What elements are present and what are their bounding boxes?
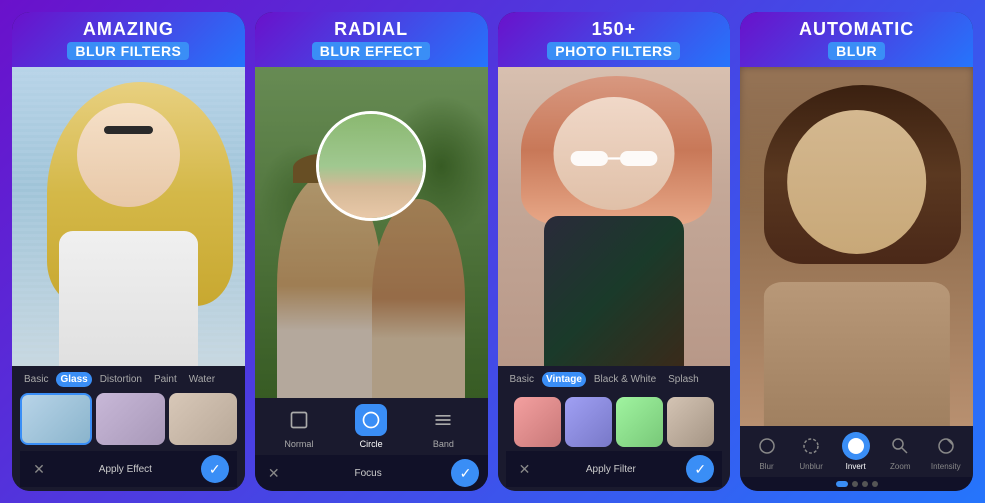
unblur-tool-label: Unblur [799, 462, 823, 471]
shape-normal-label: Normal [284, 439, 313, 449]
panel-photo-filters: 150+ PHOTO FILTERS Basic Vintage Black &… [498, 12, 731, 491]
tool-unblur[interactable]: Unblur [797, 432, 825, 471]
dot-3 [862, 481, 868, 487]
body-floral [544, 216, 684, 366]
tool-row-4: Blur Unblur Invert [740, 426, 973, 477]
sunglasses-svg [553, 148, 674, 169]
close-icon-1[interactable]: ✕ [28, 458, 50, 480]
intensity-tool-icon [932, 432, 960, 460]
panel-blur-filters: AMAZING BLUR FILTERS Basic Glass Distort… [12, 12, 245, 491]
shape-normal[interactable]: Normal [283, 404, 315, 449]
bottom-bar-1: ✕ Apply Effect ✓ [20, 451, 237, 487]
panel-2-title-sub: BLUR EFFECT [312, 42, 431, 60]
panel-1-controls: Basic Glass Distortion Paint Water ✕ App… [12, 366, 245, 491]
panel-2-header: RADIAL BLUR EFFECT [255, 12, 488, 67]
thumb-1[interactable] [20, 393, 92, 445]
panel-1-title-main: AMAZING [18, 20, 239, 40]
panel-1-header: AMAZING BLUR FILTERS [12, 12, 245, 67]
shape-selector: Normal Circle Band [255, 398, 488, 455]
bottom-bar-3: ✕ Apply Filter ✓ [506, 451, 723, 487]
body-shirt [59, 231, 199, 366]
portrait-body [764, 282, 950, 426]
blur-tool-icon [753, 432, 781, 460]
zoom-tool-label: Zoom [890, 462, 910, 471]
tab-vintage-3[interactable]: Vintage [542, 372, 586, 387]
apply-filter-label: Apply Filter [586, 464, 636, 475]
blur-tool-label: Blur [759, 462, 773, 471]
apply-effect-label: Apply Effect [99, 464, 152, 475]
dot-active [836, 481, 848, 487]
portrait-face [787, 110, 927, 254]
panel-4-image [740, 67, 973, 426]
filter-thumb-4[interactable] [667, 397, 714, 447]
thumbnail-row-1 [20, 393, 237, 445]
thumb-3[interactable] [169, 393, 237, 445]
bottom-bar-2: ✕ Focus ✓ [255, 455, 488, 491]
face-oval [77, 103, 179, 208]
filter-thumb-1[interactable] [514, 397, 561, 447]
filter-thumb-3[interactable] [616, 397, 663, 447]
filter-tabs-1: Basic Glass Distortion Paint Water [20, 372, 237, 387]
invert-tool-label: Invert [846, 462, 866, 471]
panel-3-header: 150+ PHOTO FILTERS [498, 12, 731, 67]
check-icon-3[interactable]: ✓ [686, 455, 714, 483]
panel-auto-blur: AUTOMATIC BLUR Blur Unblur [740, 12, 973, 491]
thumb-2[interactable] [96, 393, 164, 445]
panel-1-figure [12, 67, 245, 366]
circle-focus[interactable] [316, 111, 426, 221]
person-b [372, 199, 465, 398]
tab-basic[interactable]: Basic [20, 372, 52, 387]
panel-3-title-main: 150+ [504, 20, 725, 40]
close-icon-2[interactable]: ✕ [263, 462, 285, 484]
panel-radial-blur: RADIAL BLUR EFFECT Normal [255, 12, 488, 491]
tool-intensity[interactable]: Intensity [931, 432, 961, 471]
check-icon-1[interactable]: ✓ [201, 455, 229, 483]
panel-4-title-main: AUTOMATIC [746, 20, 967, 40]
circle-shape-icon [355, 404, 387, 436]
panel-2-title-main: RADIAL [261, 20, 482, 40]
tab-paint[interactable]: Paint [150, 372, 181, 387]
tab-distortion[interactable]: Distortion [96, 372, 146, 387]
panel-2-image [255, 67, 488, 398]
shape-circle[interactable]: Circle [355, 404, 387, 449]
panel-3-figure [498, 67, 731, 366]
intensity-tool-label: Intensity [931, 462, 961, 471]
panel-3-title-sub: PHOTO FILTERS [547, 42, 680, 60]
dot-2 [852, 481, 858, 487]
filter-tabs-3: Basic Vintage Black & White Splash [506, 372, 723, 387]
check-icon-2[interactable]: ✓ [451, 459, 479, 487]
filter-thumb-2[interactable] [565, 397, 612, 447]
square-shape-icon [283, 404, 315, 436]
panel-1-image [12, 67, 245, 366]
tab-splash-3[interactable]: Splash [664, 372, 703, 387]
shape-circle-label: Circle [360, 439, 383, 449]
panel-4-header: AUTOMATIC BLUR [740, 12, 973, 67]
people-in-circle [319, 114, 423, 218]
invert-tool-icon [842, 432, 870, 460]
panel-3-image [498, 67, 731, 366]
zoom-tool-icon [886, 432, 914, 460]
tool-blur[interactable]: Blur [753, 432, 781, 471]
tool-invert[interactable]: Invert [842, 432, 870, 471]
sunglasses [104, 126, 153, 134]
panel-3-controls: Basic Vintage Black & White Splash ✕ App… [498, 366, 731, 491]
dot-4 [872, 481, 878, 487]
dot-row-4 [740, 477, 973, 491]
shape-band-label: Band [433, 439, 454, 449]
filter-thumbnails-3 [506, 393, 723, 451]
shape-band[interactable]: Band [427, 404, 459, 449]
unblur-tool-icon [797, 432, 825, 460]
tool-zoom[interactable]: Zoom [886, 432, 914, 471]
focus-label: Focus [355, 468, 382, 479]
tab-basic-3[interactable]: Basic [506, 372, 538, 387]
panel-1-title-sub: BLUR FILTERS [67, 42, 189, 60]
panel-4-title-sub: BLUR [828, 42, 885, 60]
band-shape-icon [427, 404, 459, 436]
tab-glass[interactable]: Glass [56, 372, 91, 387]
close-icon-3[interactable]: ✕ [514, 458, 536, 480]
tab-bw-3[interactable]: Black & White [590, 372, 660, 387]
tab-water[interactable]: Water [185, 372, 219, 387]
